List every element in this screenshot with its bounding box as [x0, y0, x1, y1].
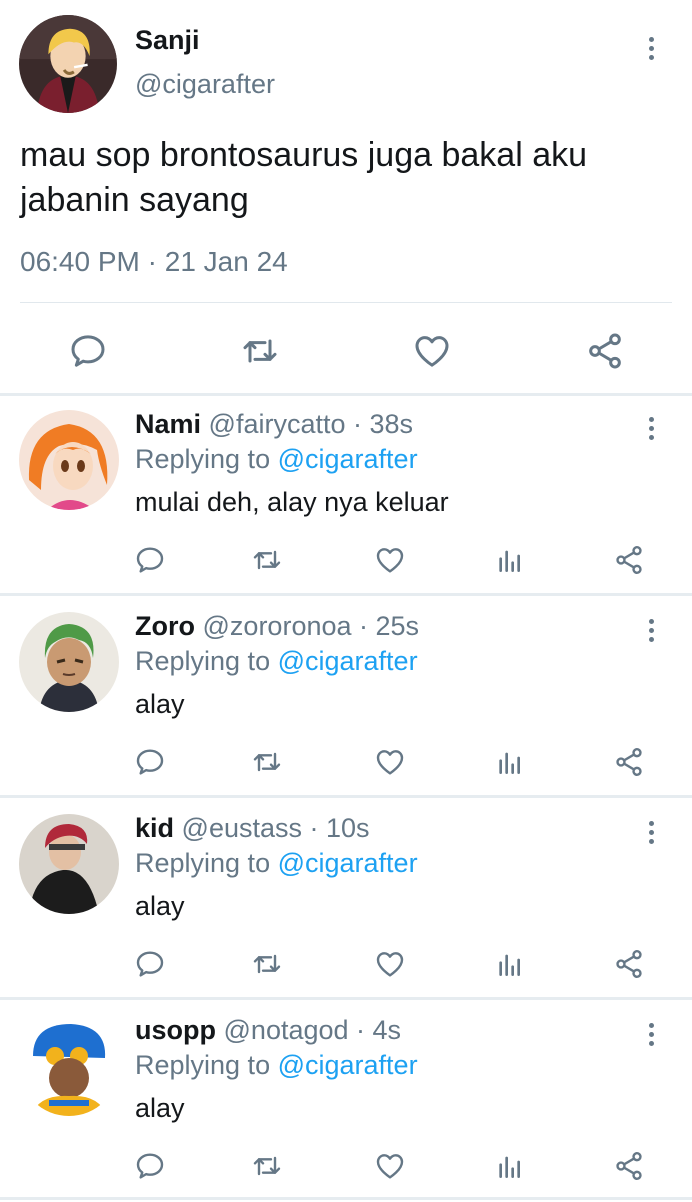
like-icon[interactable] — [412, 331, 452, 371]
reply-text: mulai deh, alay nya keluar — [135, 487, 449, 517]
replying-to-label: Replying to — [135, 1050, 271, 1080]
tweet-text: mau sop brontosaurus juga bakal aku jaba… — [20, 136, 588, 219]
reply-author-name[interactable]: Zoro — [135, 611, 195, 641]
reply-author-name[interactable]: Nami — [135, 409, 201, 439]
avatar[interactable] — [19, 15, 117, 113]
reply-text: alay — [135, 891, 185, 921]
reply-header: kid @eustass · 10s — [135, 813, 370, 844]
author-name[interactable]: Sanji — [135, 25, 200, 56]
more-options-icon[interactable] — [639, 408, 663, 448]
avatar[interactable] — [19, 410, 119, 510]
replying-to-label: Replying to — [135, 646, 271, 676]
meta-separator: · — [139, 246, 165, 277]
retweet-icon[interactable] — [251, 746, 283, 778]
replying-to: Replying to @cigarafter — [135, 848, 418, 879]
reply-time: 25s — [375, 611, 420, 641]
meta-separator: · — [348, 1015, 373, 1045]
more-options-icon[interactable] — [639, 610, 663, 650]
reply-time: 4s — [372, 1015, 402, 1045]
reply-header: Zoro @zororonoa · 25s — [135, 611, 419, 642]
share-icon[interactable] — [613, 1150, 645, 1182]
replying-to-link[interactable]: @cigarafter — [278, 444, 418, 474]
divider — [0, 997, 692, 1000]
meta-separator: · — [302, 813, 326, 843]
reply-text: alay — [135, 689, 185, 719]
divider — [0, 795, 692, 798]
reply-author-handle[interactable]: @notagod — [224, 1015, 349, 1045]
replying-to-link[interactable]: @cigarafter — [278, 1050, 418, 1080]
divider — [0, 593, 692, 596]
more-options-icon[interactable] — [639, 28, 663, 68]
share-icon[interactable] — [613, 746, 645, 778]
tweet-timestamp: 06:40 PM · 21 Jan 24 — [20, 246, 288, 278]
retweet-icon[interactable] — [240, 331, 280, 371]
reply-icon[interactable] — [134, 544, 166, 576]
reply-icon[interactable] — [134, 948, 166, 980]
share-icon[interactable] — [613, 544, 645, 576]
avatar-image — [19, 814, 119, 914]
reply-tweet[interactable]: Zoro @zororonoa · 25s Replying to @cigar… — [0, 598, 692, 798]
reply-time: 38s — [369, 409, 414, 439]
tweet-date: 21 Jan 24 — [164, 246, 288, 277]
replying-to: Replying to @cigarafter — [135, 444, 418, 475]
meta-separator: · — [351, 611, 376, 641]
reply-author-handle[interactable]: @zororonoa — [203, 611, 352, 641]
reply-text: alay — [135, 1093, 185, 1123]
share-icon[interactable] — [613, 948, 645, 980]
like-icon[interactable] — [374, 746, 406, 778]
reply-icon[interactable] — [134, 1150, 166, 1182]
retweet-icon[interactable] — [251, 1150, 283, 1182]
reply-time: 10s — [326, 813, 370, 843]
reply-tweet[interactable]: kid @eustass · 10s Replying to @cigaraft… — [0, 800, 692, 1000]
avatar-image — [19, 15, 117, 113]
reply-author-handle[interactable]: @fairycatto — [209, 409, 346, 439]
tweet-time: 06:40 PM — [20, 246, 140, 277]
meta-separator: · — [345, 409, 370, 439]
avatar[interactable] — [19, 612, 119, 712]
reply-header: Nami @fairycatto · 38s — [135, 409, 413, 440]
reply-tweet[interactable]: usopp @notagod · 4s Replying to @cigaraf… — [0, 1002, 692, 1202]
divider — [20, 302, 672, 303]
reply-tweet[interactable]: Nami @fairycatto · 38s Replying to @ciga… — [0, 396, 692, 596]
reply-author-handle[interactable]: @eustass — [182, 813, 302, 843]
analytics-icon[interactable] — [494, 544, 526, 576]
reply-author-name[interactable]: kid — [135, 813, 174, 843]
author-handle[interactable]: @cigarafter — [135, 69, 275, 100]
main-tweet: Sanji @cigarafter mau sop brontosaurus j… — [0, 0, 692, 394]
share-icon[interactable] — [585, 331, 625, 371]
reply-header: usopp @notagod · 4s — [135, 1015, 401, 1046]
replying-to: Replying to @cigarafter — [135, 646, 418, 677]
like-icon[interactable] — [374, 948, 406, 980]
more-options-icon[interactable] — [639, 1014, 663, 1054]
replying-to-link[interactable]: @cigarafter — [278, 848, 418, 878]
reply-icon[interactable] — [134, 746, 166, 778]
analytics-icon[interactable] — [494, 1150, 526, 1182]
avatar[interactable] — [19, 814, 119, 914]
replying-to: Replying to @cigarafter — [135, 1050, 418, 1081]
replying-to-label: Replying to — [135, 444, 271, 474]
analytics-icon[interactable] — [494, 746, 526, 778]
reply-icon[interactable] — [68, 331, 108, 371]
more-options-icon[interactable] — [639, 812, 663, 852]
retweet-icon[interactable] — [251, 544, 283, 576]
avatar-image — [19, 612, 119, 712]
like-icon[interactable] — [374, 544, 406, 576]
replying-to-label: Replying to — [135, 848, 271, 878]
like-icon[interactable] — [374, 1150, 406, 1182]
reply-author-name[interactable]: usopp — [135, 1015, 216, 1045]
avatar-image — [19, 410, 119, 510]
avatar[interactable] — [19, 1016, 119, 1116]
retweet-icon[interactable] — [251, 948, 283, 980]
analytics-icon[interactable] — [494, 948, 526, 980]
replying-to-link[interactable]: @cigarafter — [278, 646, 418, 676]
avatar-image — [19, 1016, 119, 1116]
